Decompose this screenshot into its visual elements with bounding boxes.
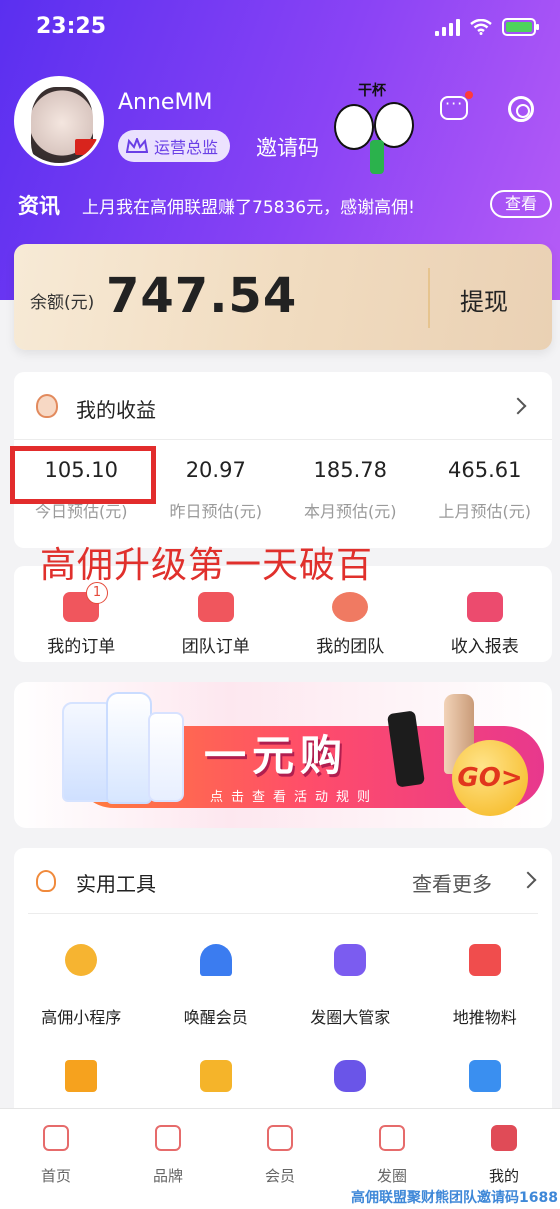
balance-label: 余额(元) (30, 293, 95, 313)
status-bar: 23:25 (0, 0, 560, 56)
avatar[interactable] (14, 76, 104, 166)
banner-title: 一元购 (204, 731, 349, 780)
tag-icon (155, 1125, 181, 1151)
stat-last-month[interactable]: 465.61 上月预估(元) (418, 450, 553, 540)
status-time: 23:25 (36, 14, 107, 39)
balance-amount: 747.54 (106, 268, 298, 324)
watermark: 高佣联盟聚财熊团队邀请码1688 (351, 1190, 558, 1206)
crown-icon (126, 138, 148, 153)
status-icons (435, 18, 539, 36)
tool-label: 地推物料 (452, 1008, 517, 1027)
tab-label: 发圈 (376, 1167, 407, 1185)
box-icon (468, 1060, 501, 1092)
lightbulb-icon (36, 870, 56, 892)
robot-icon (334, 944, 367, 976)
quick-label: 团队订单 (181, 637, 250, 657)
chevron-right-icon[interactable] (519, 871, 537, 889)
tools-card: 实用工具 查看更多 高佣小程序 唤醒会员 发圈大管家 地推物料 (14, 848, 552, 1128)
flag-icon (75, 139, 97, 155)
role-label: 运营总监 (154, 138, 219, 157)
stat-value: 20.97 (185, 458, 246, 482)
sticker-text: 干杯 (358, 83, 386, 99)
annotation-text: 高佣升级第一天破百 (40, 545, 374, 586)
product-bottle-icon (148, 712, 184, 802)
home-icon (43, 1125, 69, 1151)
invite-code-label[interactable]: 邀请码 (256, 132, 319, 162)
tab-member[interactable]: 会员 (224, 1109, 336, 1209)
team-icon (332, 592, 369, 622)
tools-more-link[interactable]: 查看更多 (412, 868, 492, 897)
cheers-sticker: 干杯 (330, 80, 422, 180)
message-icon[interactable] (440, 94, 468, 120)
tools-header: 实用工具 查看更多 (28, 848, 538, 914)
earnings-header[interactable]: 我的收益 (14, 372, 552, 440)
tab-label: 品牌 (152, 1167, 183, 1185)
promo-banner[interactable]: 一元购 点击查看活动规则 GO> (14, 682, 552, 828)
news-ticker[interactable]: 上月我在高佣联盟赚了75836元，感谢高佣! (82, 193, 415, 218)
stat-label: 本月预估(元) (304, 502, 397, 521)
stat-label: 昨日预估(元) (169, 502, 263, 521)
unread-dot (465, 91, 473, 99)
diamond-icon (267, 1125, 293, 1151)
wifi-icon (470, 19, 492, 35)
tool-label: 发圈大管家 (310, 1008, 391, 1027)
stat-label: 上月预估(元) (438, 502, 532, 521)
bell-icon (199, 944, 232, 976)
go-button[interactable]: GO> (452, 740, 528, 816)
tab-label: 我的 (488, 1167, 519, 1185)
sticker-face-left (334, 104, 374, 150)
sticker-bottle (370, 140, 384, 174)
signal-icon (435, 18, 460, 36)
tab-label: 会员 (264, 1167, 295, 1185)
tool-mini-program[interactable]: 高佣小程序 (14, 934, 149, 1050)
profile-icon (491, 1125, 517, 1151)
tab-home[interactable]: 首页 (0, 1109, 112, 1209)
tool-label: 高佣小程序 (41, 1008, 122, 1027)
battery-icon (502, 18, 539, 36)
document-icon (468, 944, 501, 976)
assistant-icon (334, 1060, 367, 1092)
moneybag-icon (36, 394, 58, 418)
stat-value: 465.61 (448, 458, 522, 482)
tool-moments-manager[interactable]: 发圈大管家 (283, 934, 418, 1050)
tab-label: 首页 (40, 1167, 71, 1185)
banner-subtitle: 点击查看活动规则 (210, 790, 379, 805)
quick-label: 我的团队 (316, 637, 385, 657)
role-badge: 运营总监 (118, 130, 231, 162)
tool-promo-materials[interactable]: 地推物料 (418, 934, 553, 1050)
chat-bubble-icon (379, 1125, 405, 1151)
team-orders-icon (197, 592, 234, 622)
tools-title: 实用工具 (76, 872, 156, 896)
tool-wake-members[interactable]: 唤醒会员 (149, 934, 284, 1050)
tab-brand[interactable]: 品牌 (112, 1109, 224, 1209)
quick-income-report[interactable]: 收入报表 (418, 566, 553, 662)
highlight-box (10, 446, 156, 504)
stat-yesterday[interactable]: 20.97 昨日预估(元) (149, 450, 284, 540)
quick-label: 收入报表 (450, 637, 519, 657)
report-icon (466, 592, 503, 622)
quick-label: 我的订单 (47, 637, 116, 657)
earnings-title: 我的收益 (76, 398, 156, 422)
tool-label: 唤醒会员 (183, 1008, 248, 1027)
gear-icon[interactable] (508, 96, 534, 122)
balance-card: 余额(元) 747.54 提现 (14, 244, 552, 350)
stat-value: 185.78 (313, 458, 387, 482)
username: AnneMM (118, 90, 213, 115)
video-icon (199, 1060, 232, 1092)
chevron-right-icon (509, 397, 527, 415)
news-view-button[interactable]: 查看 (490, 190, 552, 218)
balance-divider (428, 268, 430, 328)
news-tag: 资讯 (18, 194, 60, 218)
product-bottle-icon (106, 692, 152, 804)
graduation-cap-icon (65, 1060, 98, 1092)
withdraw-button[interactable]: 提现 (460, 282, 508, 317)
mini-program-icon (65, 944, 98, 976)
stat-this-month[interactable]: 185.78 本月预估(元) (283, 450, 418, 540)
